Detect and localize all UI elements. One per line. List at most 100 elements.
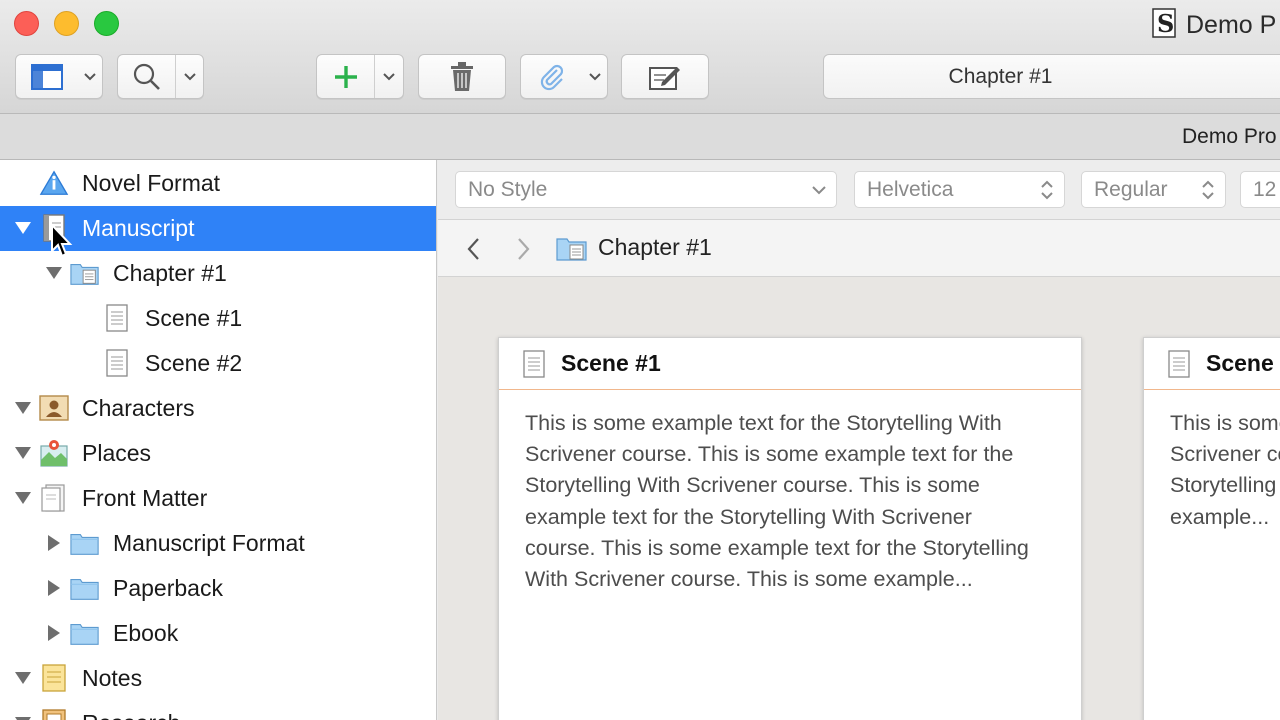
- binder-item-label: Characters: [82, 395, 195, 421]
- minimize-window-button[interactable]: [54, 11, 79, 36]
- folder-doc-icon: [70, 258, 100, 288]
- font-family-value: Helvetica: [867, 177, 954, 201]
- research-icon: [39, 708, 69, 720]
- binder-item-label: Manuscript: [82, 215, 195, 241]
- disclosure-expanded-icon[interactable]: [14, 714, 32, 720]
- binder-item-label: Scene #2: [145, 350, 243, 376]
- add-button[interactable]: [316, 54, 404, 99]
- compose-icon: [649, 66, 680, 90]
- card-title[interactable]: Scene #1: [499, 338, 1081, 390]
- disclosure-expanded-icon[interactable]: [14, 219, 32, 237]
- binder-item-label: Manuscript Format: [113, 530, 305, 556]
- folder-icon: [70, 618, 100, 648]
- binder-item-label: Chapter #1: [113, 260, 227, 286]
- places-icon: [39, 438, 69, 468]
- chevron-down-icon: [583, 55, 607, 98]
- forward-arrow-icon[interactable]: [515, 236, 531, 262]
- binder-item-notes[interactable]: Notes: [0, 656, 436, 701]
- card-title[interactable]: Scene #2: [1144, 338, 1280, 390]
- card-synopsis[interactable]: This is some example text for the Storyt…: [1144, 390, 1280, 533]
- chevron-down-icon: [375, 55, 403, 98]
- paperclip-icon: [521, 55, 583, 98]
- binder-item-scene-1[interactable]: Scene #1: [0, 296, 436, 341]
- binder-item-front-matter[interactable]: Front Matter: [0, 476, 436, 521]
- disclosure-expanded-icon[interactable]: [14, 669, 32, 687]
- document-icon: [102, 303, 132, 333]
- layout-button[interactable]: [15, 54, 103, 99]
- notes-icon: [39, 663, 69, 693]
- document-icon: [102, 348, 132, 378]
- index-card[interactable]: Scene #1 This is some example text for t…: [498, 337, 1082, 720]
- binder-item-scene-2[interactable]: Scene #2: [0, 341, 436, 386]
- search-button[interactable]: [117, 54, 204, 99]
- paragraph-style-select[interactable]: No Style: [455, 171, 837, 208]
- binder-item-label: Research: [82, 710, 180, 720]
- breadcrumb[interactable]: Chapter #1: [598, 234, 712, 261]
- font-size-value: 12: [1253, 177, 1277, 201]
- zoom-window-button[interactable]: [94, 11, 119, 36]
- layout-icon: [16, 55, 78, 98]
- chevron-down-icon: [812, 186, 826, 195]
- folder-doc-icon: [556, 238, 587, 261]
- attachment-button[interactable]: [520, 54, 608, 99]
- plus-icon: [317, 55, 374, 98]
- folder-icon: [70, 573, 100, 603]
- project-tab[interactable]: Demo Pro: [1182, 125, 1277, 149]
- trash-icon: [451, 61, 473, 91]
- back-arrow-icon[interactable]: [466, 236, 482, 262]
- binder-item-label: Paperback: [113, 575, 223, 601]
- font-weight-value: Regular: [1094, 177, 1168, 201]
- binder-item-ebook[interactable]: Ebook: [0, 611, 436, 656]
- card-synopsis[interactable]: This is some example text for the Storyt…: [499, 390, 1059, 595]
- binder-item-research[interactable]: Research: [0, 701, 436, 720]
- chevron-down-icon: [176, 55, 203, 98]
- binder-item-label: Ebook: [113, 620, 179, 646]
- binder-item-label: Notes: [82, 665, 143, 691]
- editor-nav-bar: Chapter #1: [438, 220, 1280, 277]
- updown-chevron-icon: [1041, 180, 1053, 200]
- close-window-button[interactable]: [14, 11, 39, 36]
- binder-item-novel-format[interactable]: Novel Format: [0, 161, 436, 206]
- compose-button[interactable]: [621, 54, 709, 99]
- document-title-field[interactable]: Chapter #1: [823, 54, 1280, 99]
- binder-item-label: Front Matter: [82, 485, 208, 511]
- disclosure-expanded-icon[interactable]: [45, 264, 63, 282]
- binder-item-label: Places: [82, 440, 152, 466]
- binder-item-places[interactable]: Places: [0, 431, 436, 476]
- updown-chevron-icon: [1202, 180, 1214, 200]
- disclosure-expanded-icon[interactable]: [14, 399, 32, 417]
- disclosure-collapsed-icon[interactable]: [45, 579, 63, 597]
- window-title: S Demo P: [1152, 8, 1276, 40]
- front-matter-icon: [39, 483, 69, 513]
- paragraph-style-value: No Style: [468, 177, 548, 201]
- document-icon: [523, 350, 545, 378]
- title-bar: S Demo P Chapter #1: [0, 0, 1280, 114]
- chevron-down-icon: [78, 55, 102, 98]
- binder-item-label: Novel Format: [82, 170, 221, 196]
- mouse-cursor-icon: [51, 223, 73, 258]
- svg-text:S: S: [1157, 9, 1174, 38]
- info-triangle-icon: [39, 168, 69, 198]
- search-icon: [118, 55, 175, 98]
- format-bar: No Style Helvetica Regular 12: [438, 160, 1280, 220]
- binder-item-paperback[interactable]: Paperback: [0, 566, 436, 611]
- disclosure-expanded-icon[interactable]: [14, 444, 32, 462]
- font-size-select[interactable]: 12: [1240, 171, 1280, 208]
- character-icon: [39, 393, 69, 423]
- folder-icon: [70, 528, 100, 558]
- scrivener-app-icon: S: [1152, 8, 1176, 38]
- font-family-select[interactable]: Helvetica: [854, 171, 1065, 208]
- index-card[interactable]: Scene #2 This is some example text for t…: [1143, 337, 1280, 720]
- project-tab-bar: Demo Pro: [0, 114, 1280, 160]
- binder-item-characters[interactable]: Characters: [0, 386, 436, 431]
- disclosure-collapsed-icon[interactable]: [45, 624, 63, 642]
- binder-item-label: Scene #1: [145, 305, 243, 331]
- disclosure-collapsed-icon[interactable]: [45, 534, 63, 552]
- binder-item-manuscript-format[interactable]: Manuscript Format: [0, 521, 436, 566]
- document-icon: [1168, 350, 1190, 378]
- corkboard: Scene #1 This is some example text for t…: [438, 277, 1280, 720]
- trash-button[interactable]: [418, 54, 506, 99]
- disclosure-expanded-icon[interactable]: [14, 489, 32, 507]
- font-weight-select[interactable]: Regular: [1081, 171, 1226, 208]
- document-title: Chapter #1: [948, 64, 1053, 88]
